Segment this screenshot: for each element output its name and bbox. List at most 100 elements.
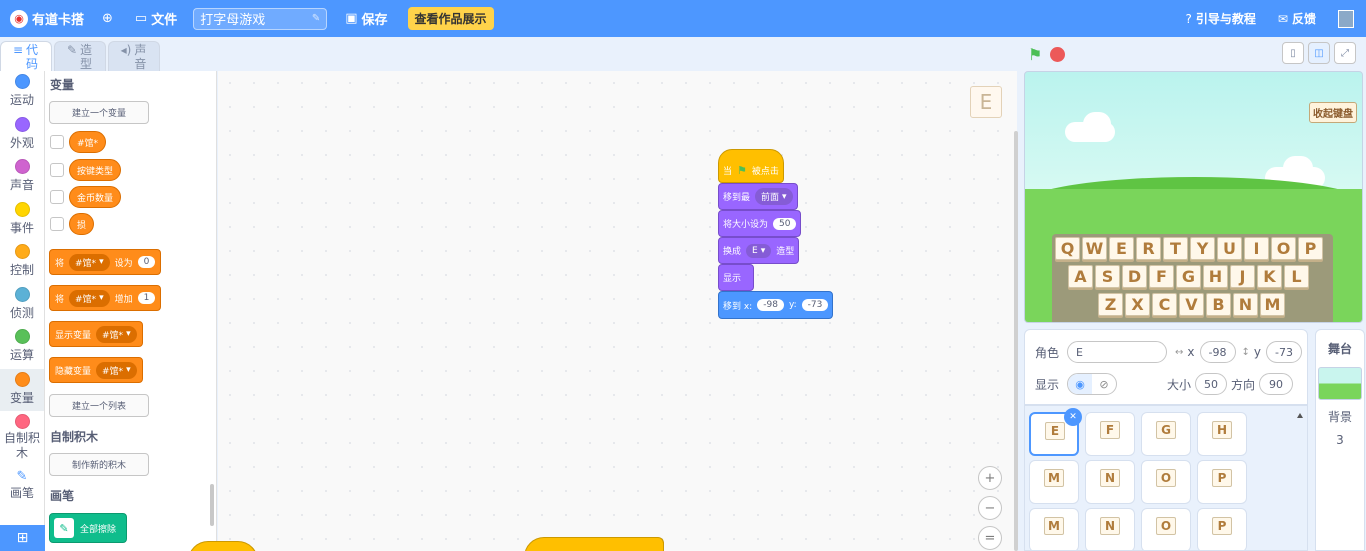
y-input[interactable]: -73	[801, 299, 829, 311]
keyboard-key[interactable]: T	[1163, 237, 1188, 260]
keyboard-key[interactable]: L	[1284, 265, 1309, 288]
language-button[interactable]: ⊕	[102, 11, 117, 26]
project-title-input[interactable]: 打字母游戏 ✎	[193, 7, 328, 30]
keyboard-key[interactable]: D	[1122, 265, 1147, 288]
keyboard-key[interactable]: G	[1176, 265, 1201, 288]
direction-input[interactable]: 90	[1259, 373, 1294, 395]
file-menu[interactable]: ▭ 文件	[135, 9, 177, 28]
keyboard-key[interactable]: O	[1271, 237, 1296, 260]
variable-checkbox[interactable]	[50, 217, 64, 231]
costume-dropdown[interactable]: E ▾	[746, 243, 772, 258]
make-list-button[interactable]: 建立一个列表	[49, 394, 149, 417]
stage-selector[interactable]: 舞台 背景 3	[1315, 329, 1365, 551]
keyboard-key[interactable]: H	[1203, 265, 1228, 288]
category-operators[interactable]: 运算	[0, 326, 44, 369]
category-motion[interactable]: 运动	[0, 71, 44, 114]
tab-sounds[interactable]: ◂) 声音	[108, 41, 160, 71]
large-stage-button[interactable]: ◫	[1308, 42, 1330, 64]
sprite-tile[interactable]: N	[1085, 460, 1135, 504]
keyboard-key[interactable]: C	[1152, 293, 1177, 316]
keyboard-key[interactable]: X	[1125, 293, 1150, 316]
variable-checkbox[interactable]	[50, 163, 64, 177]
category-variables[interactable]: 变量	[0, 368, 44, 411]
make-block-button[interactable]: 制作新的积木	[49, 453, 149, 476]
category-control[interactable]: 控制	[0, 241, 44, 284]
sprite-tile[interactable]: P	[1197, 460, 1247, 504]
delete-sprite-icon[interactable]: ✕	[1064, 408, 1082, 426]
set-size-block[interactable]: 将大小设为 50	[718, 210, 802, 237]
stage-canvas[interactable]: QWERTYUIOP ASDFGHJKL ZXCVBNM 收起键盘	[1024, 71, 1363, 323]
keyboard-key[interactable]: J	[1230, 265, 1255, 288]
workspace-scrollbar[interactable]	[1014, 131, 1018, 551]
stage-thumbnail[interactable]	[1318, 367, 1362, 400]
x-input[interactable]: -98	[757, 299, 784, 311]
keyboard-key[interactable]: F	[1149, 265, 1174, 288]
category-pen[interactable]: ✎ 画笔	[0, 466, 44, 509]
collapse-keyboard-button[interactable]: 收起键盘	[1309, 102, 1357, 123]
keyboard-key[interactable]: Z	[1098, 293, 1123, 316]
feedback-button[interactable]: ✉ 反馈	[1278, 10, 1316, 27]
sprite-tile[interactable]: O	[1141, 460, 1191, 504]
set-variable-block[interactable]: 将 #馆* ▾ 设为 0	[49, 249, 162, 275]
zoom-out-button[interactable]: −	[978, 496, 1002, 520]
green-flag-button[interactable]: ⚑	[1028, 45, 1042, 64]
make-variable-button[interactable]: 建立一个变量	[49, 101, 149, 124]
zoom-reset-button[interactable]: =	[978, 526, 1002, 550]
keyboard-key[interactable]: B	[1206, 293, 1231, 316]
x-input[interactable]: -98	[1199, 341, 1236, 363]
sprite-name-input[interactable]: E	[1067, 341, 1168, 363]
zoom-in-button[interactable]: +	[978, 466, 1002, 490]
category-sound[interactable]: 声音	[0, 156, 44, 199]
variable-checkbox[interactable]	[50, 190, 64, 204]
variable-dropdown[interactable]: #馆* ▾	[96, 325, 137, 343]
number-input[interactable]: 1	[137, 292, 156, 304]
tab-code[interactable]: ≡ 代码	[0, 41, 52, 71]
stop-button[interactable]	[1050, 46, 1066, 62]
variable-reporter[interactable]: 金币数量	[69, 186, 122, 208]
switch-costume-block[interactable]: 换成 E ▾ 造型	[718, 237, 800, 264]
layer-dropdown[interactable]: 前面 ▾	[755, 188, 793, 205]
offscreen-script[interactable]	[524, 537, 664, 551]
tab-costumes[interactable]: ✎ 造型	[54, 41, 106, 71]
sprite-list-scrollbar[interactable]	[1295, 410, 1305, 550]
keyboard-key[interactable]: R	[1136, 237, 1161, 260]
go-to-layer-block[interactable]: 移到最 前面 ▾	[718, 183, 798, 210]
erase-all-block[interactable]: ✎ 全部擦除	[49, 513, 127, 543]
variable-reporter[interactable]: 按键类型	[69, 159, 122, 181]
variable-dropdown[interactable]: #馆* ▾	[69, 253, 110, 271]
show-variable-block[interactable]: 显示变量 #馆* ▾	[49, 321, 143, 347]
keyboard-key[interactable]: E	[1109, 237, 1134, 260]
sprite-tile[interactable]: P	[1197, 508, 1247, 550]
sprite-tile[interactable]: H	[1197, 412, 1247, 456]
go-to-xy-block[interactable]: 移到 x: -98 y: -73	[718, 291, 834, 319]
change-variable-block[interactable]: 将 #馆* ▾ 增加 1	[49, 285, 162, 311]
variable-dropdown[interactable]: #馆* ▾	[96, 361, 137, 379]
y-input[interactable]: -73	[1266, 341, 1303, 363]
keyboard-key[interactable]: I	[1244, 237, 1269, 260]
keyboard-key[interactable]: W	[1082, 237, 1107, 260]
avatar[interactable]	[1338, 9, 1354, 28]
sprite-tile[interactable]: N	[1085, 508, 1135, 550]
sprite-tile[interactable]: M	[1029, 460, 1079, 504]
sprite-tile[interactable]: G	[1141, 412, 1191, 456]
sprite-tile[interactable]: M	[1029, 508, 1079, 550]
variable-checkbox[interactable]	[50, 135, 64, 149]
palette-scrollbar[interactable]	[210, 484, 214, 526]
keyboard-key[interactable]: V	[1179, 293, 1204, 316]
keyboard-key[interactable]: Q	[1055, 237, 1080, 260]
keyboard-key[interactable]: P	[1298, 237, 1323, 260]
variable-dropdown[interactable]: #馆* ▾	[69, 289, 110, 307]
showcase-button[interactable]: 查看作品展示	[407, 7, 494, 30]
hide-variable-block[interactable]: 隐藏变量 #馆* ▾	[49, 357, 143, 383]
add-extension-button[interactable]: ⊞	[0, 525, 45, 551]
keyboard-key[interactable]: U	[1217, 237, 1242, 260]
script-workspace[interactable]: E 当 ⚑ 被点击 移到最 前面 ▾ 将大小设为 50 换成 E ▾ 造型 显示 移…	[188, 71, 1018, 551]
logo[interactable]: ◉ 有道卡搭	[10, 9, 84, 28]
variable-reporter[interactable]: 损	[69, 213, 95, 235]
guide-button[interactable]: ? 引导与教程	[1186, 10, 1256, 27]
size-input[interactable]: 50	[1195, 373, 1228, 395]
category-looks[interactable]: 外观	[0, 114, 44, 157]
variable-reporter[interactable]: #馆*	[69, 131, 107, 153]
number-input[interactable]: 50	[773, 217, 797, 230]
keyboard-key[interactable]: A	[1068, 265, 1093, 288]
